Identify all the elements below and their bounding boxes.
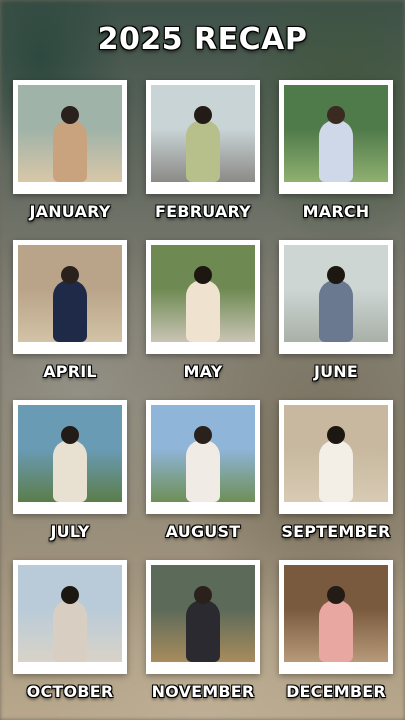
polaroid-photo[interactable] (13, 240, 127, 354)
polaroid-photo[interactable] (279, 400, 393, 514)
month-card-january[interactable]: JANUARY (13, 80, 127, 221)
photo-image (151, 245, 255, 342)
polaroid-photo[interactable] (146, 80, 260, 194)
month-card-february[interactable]: FEBRUARY (146, 80, 260, 221)
polaroid-photo[interactable] (13, 80, 127, 194)
person-figure (186, 120, 220, 182)
month-label: APRIL (43, 362, 97, 381)
person-figure (53, 120, 87, 182)
month-card-july[interactable]: JULY (13, 400, 127, 541)
person-head (194, 266, 212, 284)
month-label: FEBRUARY (155, 202, 251, 221)
person-head (61, 426, 79, 444)
polaroid-photo[interactable] (146, 400, 260, 514)
photo-image (18, 85, 122, 182)
person-head (327, 426, 345, 444)
person-head (61, 266, 79, 284)
polaroid-photo[interactable] (146, 560, 260, 674)
month-card-april[interactable]: APRIL (13, 240, 127, 381)
photo-image (18, 405, 122, 502)
photo-image (284, 85, 388, 182)
person-figure (186, 280, 220, 342)
person-head (194, 586, 212, 604)
photo-image (151, 405, 255, 502)
month-card-august[interactable]: AUGUST (146, 400, 260, 541)
month-card-march[interactable]: MARCH (279, 80, 393, 221)
photo-image (151, 85, 255, 182)
person-figure (319, 440, 353, 502)
month-label: OCTOBER (26, 682, 114, 701)
month-card-october[interactable]: OCTOBER (13, 560, 127, 701)
month-label: JUNE (313, 362, 359, 381)
person-head (327, 106, 345, 124)
month-card-june[interactable]: JUNE (279, 240, 393, 381)
month-card-december[interactable]: DECEMBER (279, 560, 393, 701)
month-label: NOVEMBER (151, 682, 255, 701)
photo-image (284, 245, 388, 342)
polaroid-photo[interactable] (279, 560, 393, 674)
person-figure (53, 440, 87, 502)
month-card-may[interactable]: MAY (146, 240, 260, 381)
person-figure (319, 120, 353, 182)
person-figure (186, 600, 220, 662)
person-figure (53, 600, 87, 662)
person-head (61, 106, 79, 124)
polaroid-photo[interactable] (279, 80, 393, 194)
person-head (194, 106, 212, 124)
photo-image (18, 565, 122, 662)
month-card-november[interactable]: NOVEMBER (146, 560, 260, 701)
polaroid-photo[interactable] (13, 400, 127, 514)
month-label: JULY (50, 522, 90, 541)
person-figure (319, 280, 353, 342)
person-head (194, 426, 212, 444)
photo-image (18, 245, 122, 342)
photo-image (151, 565, 255, 662)
photo-image (284, 565, 388, 662)
month-label: DECEMBER (286, 682, 386, 701)
polaroid-photo[interactable] (13, 560, 127, 674)
polaroid-photo[interactable] (146, 240, 260, 354)
person-head (327, 586, 345, 604)
page-title: 2025 RECAP (97, 22, 308, 57)
person-figure (53, 280, 87, 342)
polaroid-photo[interactable] (279, 240, 393, 354)
person-figure (186, 440, 220, 502)
person-head (327, 266, 345, 284)
month-label: SEPTEMBER (281, 522, 391, 541)
month-label: AUGUST (165, 522, 241, 541)
month-card-september[interactable]: SEPTEMBER (279, 400, 393, 541)
month-label: JANUARY (29, 202, 111, 221)
person-head (61, 586, 79, 604)
month-label: MAY (183, 362, 223, 381)
month-grid: JANUARY FEBRUARY MARCH APRIL MAY JUNE JU… (13, 80, 393, 701)
photo-image (284, 405, 388, 502)
person-figure (319, 600, 353, 662)
month-label: MARCH (302, 202, 370, 221)
